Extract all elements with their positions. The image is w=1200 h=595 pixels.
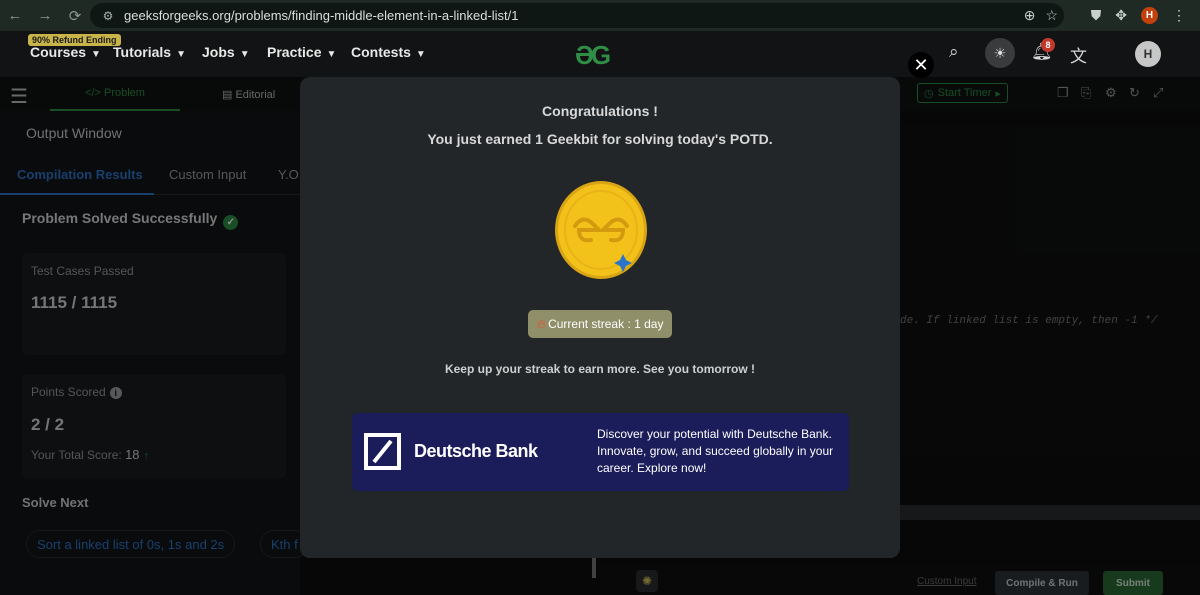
nav-label: Practice [267, 44, 322, 60]
address-bar[interactable]: ⚙ geeksforgeeks.org/problems/finding-mid… [90, 3, 1064, 28]
reload-icon[interactable]: ⟳ [60, 0, 90, 31]
nav-label: Contests [351, 44, 411, 60]
nav-tutorials[interactable]: Tutorials ▼ [113, 44, 186, 60]
modal-subtitle: You just earned 1 Geekbit for solving to… [427, 131, 773, 147]
nav-label: Courses [30, 44, 87, 60]
forward-icon[interactable]: → [30, 0, 60, 31]
user-avatar[interactable]: H [1135, 41, 1161, 67]
nav-contests[interactable]: Contests ▼ [351, 44, 426, 60]
search-icon[interactable]: ⌕ [949, 42, 959, 62]
gfg-logo[interactable]: ƏG [575, 40, 611, 71]
browser-menu-icon[interactable]: ⋮ [1172, 7, 1186, 24]
zoom-icon[interactable]: ⊕ [1024, 7, 1036, 24]
chevron-down-icon: ▼ [326, 49, 337, 60]
nav-label: Tutorials [113, 44, 172, 60]
nav-label: Jobs [202, 44, 235, 60]
back-icon[interactable]: ← [0, 0, 30, 31]
site-navbar: 90% Refund Ending Courses ▼ Tutorials ▼ Jo… [0, 31, 1200, 77]
streak-text: Current streak : 1 day [548, 317, 664, 331]
close-icon[interactable]: ✕ [908, 52, 934, 78]
url-text[interactable]: geeksforgeeks.org/problems/finding-middl… [124, 8, 519, 23]
deutsche-bank-name: Deutsche Bank [414, 441, 538, 461]
nav-courses[interactable]: Courses ▼ [30, 44, 101, 60]
nav-jobs[interactable]: Jobs ▼ [202, 44, 250, 60]
ad-copy: Discover your potential with Deutsche Ba… [597, 427, 834, 475]
bookmark-star-icon[interactable]: ☆ [1045, 7, 1058, 24]
shield-extension-icon[interactable]: ⛊ [1091, 7, 1102, 24]
browser-toolbar: ← → ⟳ ⚙ geeksforgeeks.org/problems/findi… [0, 0, 1200, 31]
streak-badge: 🔥︎ Current streak : 1 day [528, 310, 672, 338]
chevron-down-icon: ▼ [91, 49, 101, 60]
modal-title: Congratulations ! [542, 103, 658, 119]
keep-up-message: Keep up your streak to earn more. See yo… [444, 362, 756, 376]
deutsche-bank-logo [364, 433, 401, 470]
translate-icon[interactable]: 文 [1070, 42, 1087, 67]
notification-count-badge: 8 [1041, 38, 1055, 52]
nav-practice[interactable]: Practice ▼ [267, 44, 336, 60]
chevron-down-icon: ▼ [239, 49, 250, 60]
site-settings-icon[interactable]: ⚙ [96, 9, 120, 23]
theme-toggle-sun-icon[interactable]: ☀ [985, 38, 1015, 68]
chevron-down-icon: ▼ [415, 49, 426, 60]
chevron-down-icon: ▼ [176, 49, 186, 60]
extensions-puzzle-icon[interactable]: ✥ [1115, 7, 1127, 24]
browser-profile-avatar[interactable]: H [1141, 7, 1158, 24]
fire-icon: 🔥︎ [536, 316, 547, 331]
geekbit-coin-icon [555, 181, 647, 279]
